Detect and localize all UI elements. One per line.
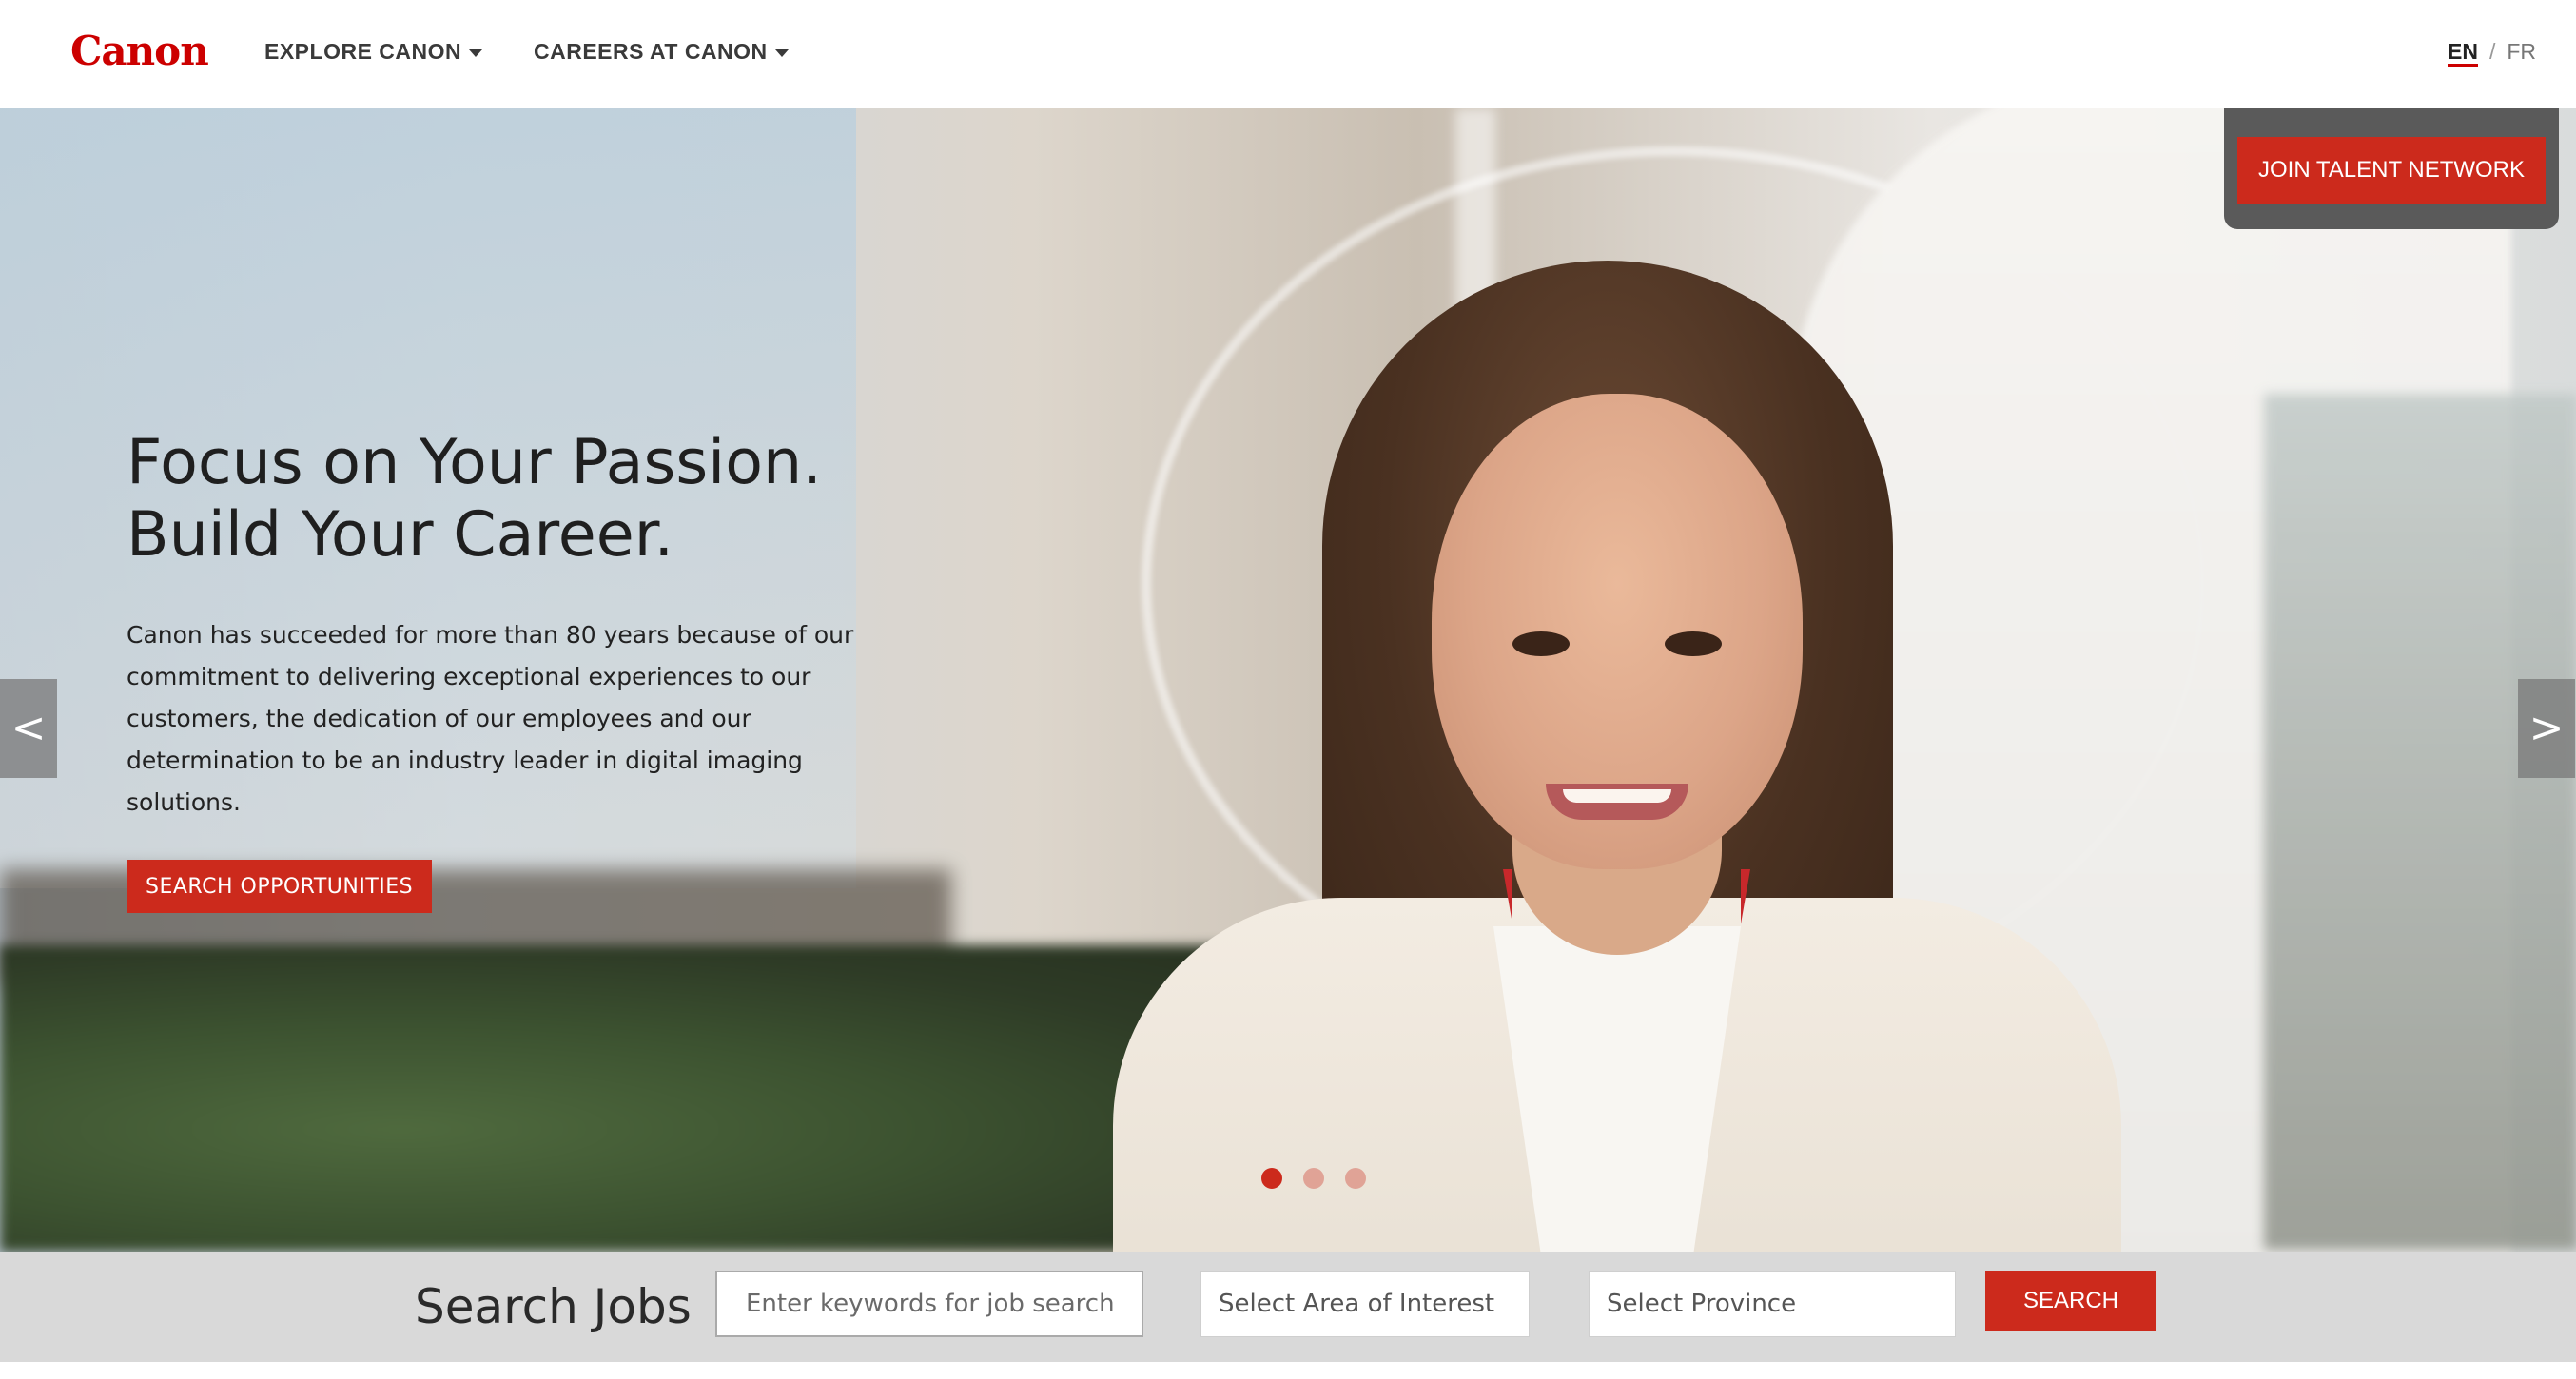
search-button[interactable]: SEARCH — [1985, 1271, 2156, 1331]
hero-title: Focus on Your Passion. Build Your Career… — [127, 427, 822, 571]
page-bottom-strip — [0, 1362, 2576, 1379]
carousel-dot-2[interactable] — [1303, 1168, 1324, 1189]
carousel-dots — [1261, 1168, 1387, 1191]
search-opportunities-button[interactable]: SEARCH OPPORTUNITIES — [127, 860, 433, 913]
area-of-interest-select[interactable]: Select Area of Interest — [1200, 1271, 1530, 1337]
hero-bg-wall — [2264, 394, 2576, 1250]
talent-network-tab: JOIN TALENT NETWORK — [2224, 108, 2559, 229]
hero-carousel: Focus on Your Passion. Build Your Career… — [0, 108, 2576, 1252]
hero-person-image — [1113, 261, 2121, 1252]
person-eye-right — [1665, 631, 1722, 656]
keyword-search-input[interactable] — [715, 1271, 1143, 1337]
lang-separator: / — [2488, 39, 2496, 64]
lang-en-link[interactable]: EN — [2447, 39, 2478, 67]
job-search-bar: Search Jobs Select Area of Interest Sele… — [0, 1252, 2576, 1362]
canon-logo[interactable]: Canon — [70, 27, 209, 76]
nav-careers-at-canon[interactable]: CAREERS AT CANON — [534, 34, 789, 68]
person-eye-left — [1512, 631, 1570, 656]
nav-explore-canon-label: EXPLORE CANON — [264, 39, 462, 64]
person-smile — [1546, 784, 1688, 820]
nav-careers-label: CAREERS AT CANON — [534, 39, 768, 64]
caret-down-icon — [469, 49, 483, 57]
site-header: Canon EXPLORE CANON CAREERS AT CANON EN /… — [0, 0, 2576, 108]
carousel-next-arrow-icon[interactable]: > — [2518, 679, 2575, 778]
lang-fr-link[interactable]: FR — [2507, 39, 2536, 64]
province-select[interactable]: Select Province — [1589, 1271, 1956, 1337]
carousel-dot-3[interactable] — [1345, 1168, 1366, 1189]
carousel-dot-1[interactable] — [1261, 1168, 1282, 1189]
hero-description: Canon has succeeded for more than 80 yea… — [127, 621, 854, 816]
language-switcher: EN / FR — [2447, 34, 2536, 68]
search-jobs-heading: Search Jobs — [415, 1279, 692, 1334]
carousel-prev-arrow-icon[interactable]: < — [0, 679, 57, 778]
join-talent-network-button[interactable]: JOIN TALENT NETWORK — [2237, 137, 2546, 204]
nav-explore-canon[interactable]: EXPLORE CANON — [264, 34, 483, 68]
caret-down-icon — [774, 49, 789, 57]
